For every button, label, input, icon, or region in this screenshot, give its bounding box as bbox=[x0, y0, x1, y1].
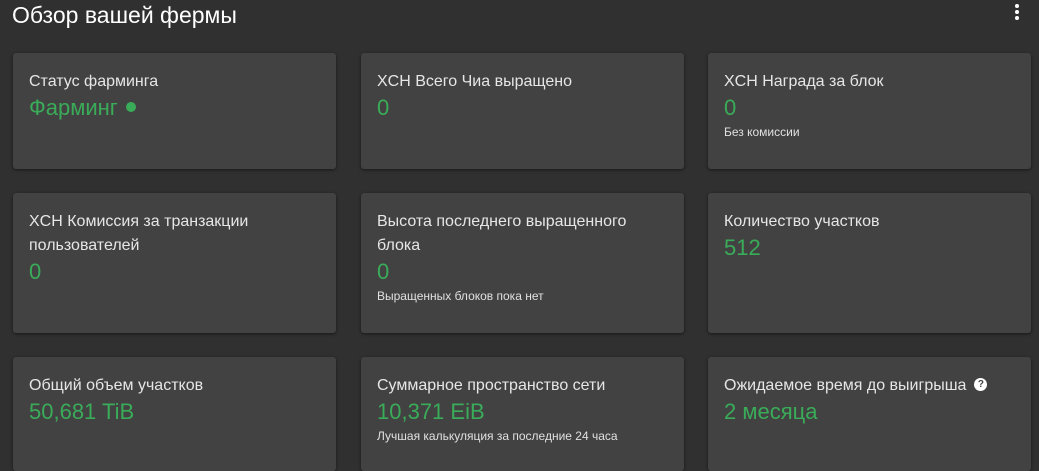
card-value: 0 bbox=[724, 95, 737, 120]
help-circle-icon[interactable]: ? bbox=[974, 378, 988, 392]
more-vertical-icon[interactable] bbox=[1008, 4, 1026, 24]
card-note: Выращенных блоков пока нет bbox=[377, 289, 544, 303]
card-block-rewards: XCH Награда за блок 0 Без комиссии bbox=[708, 53, 1031, 169]
card-title: Общий объем участков bbox=[29, 377, 204, 394]
card-total-chia-farmed: XCH Всего Чиа выращено 0 bbox=[361, 53, 684, 169]
card-last-height-farmed: Высота последнего выращенного блока 0 Вы… bbox=[361, 193, 684, 333]
card-value: 0 bbox=[377, 95, 390, 120]
card-title: Количество участков bbox=[724, 213, 880, 230]
card-value: Фарминг bbox=[29, 94, 320, 122]
card-total-plot-size: Общий объем участков 50,681 TiB bbox=[13, 357, 336, 471]
card-value: 0 bbox=[377, 259, 390, 284]
card-user-transaction-fees: XCH Комиссия за транзакции пользователей… bbox=[13, 193, 336, 333]
card-title: XCH Комиссия за транзакции пользователей bbox=[29, 213, 249, 254]
card-title: Статус фарминга bbox=[29, 73, 159, 90]
card-expected-time-to-win: Ожидаемое время до выигрыша? 2 месяца bbox=[708, 357, 1031, 471]
card-value: 2 месяца bbox=[724, 399, 818, 424]
card-value: 0 bbox=[29, 259, 42, 284]
card-note: Лучшая калькуляция за последние 24 часа bbox=[377, 429, 618, 443]
page-title: Обзор вашей фермы bbox=[12, 2, 237, 28]
card-title: Высота последнего выращенного блока bbox=[377, 213, 627, 254]
card-value: 512 bbox=[724, 235, 761, 260]
card-note: Без комиссии bbox=[724, 125, 800, 139]
card-value: 50,681 TiB bbox=[29, 399, 135, 424]
card-plot-count: Количество участков 512 bbox=[708, 193, 1031, 333]
card-total-network-space: Суммарное пространство сети 10,371 EiB Л… bbox=[361, 357, 684, 471]
card-title: Ожидаемое время до выигрыша? bbox=[724, 374, 1015, 398]
card-farming-status: Статус фарминга Фарминг bbox=[13, 53, 336, 169]
card-title: XCH Всего Чиа выращено bbox=[377, 73, 572, 90]
expected-time-title: Ожидаемое время до выигрыша bbox=[724, 377, 967, 394]
farming-status-value: Фарминг bbox=[29, 95, 118, 120]
card-title: XCH Награда за блок bbox=[724, 73, 884, 90]
header: Обзор вашей фермы bbox=[0, 0, 1039, 32]
status-dot-icon bbox=[125, 102, 136, 113]
card-title: Суммарное пространство сети bbox=[377, 377, 606, 394]
card-value: 10,371 EiB bbox=[377, 399, 485, 424]
